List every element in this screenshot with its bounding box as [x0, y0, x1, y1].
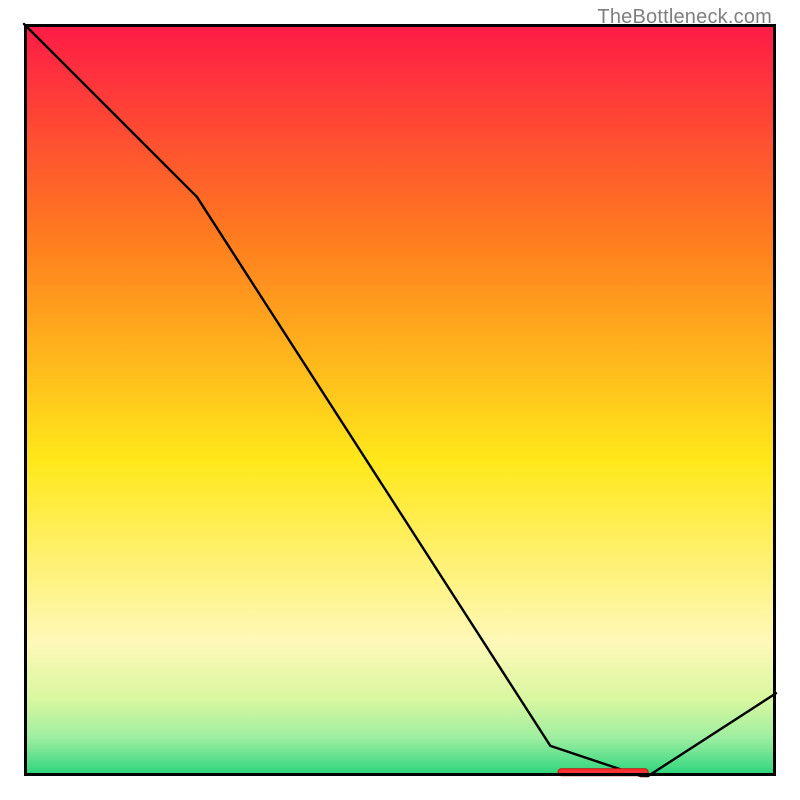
chart-container: TheBottleneck.com	[0, 0, 800, 800]
chart-svg	[24, 24, 776, 776]
optimum-marker	[558, 769, 648, 776]
plot-area	[24, 24, 776, 776]
